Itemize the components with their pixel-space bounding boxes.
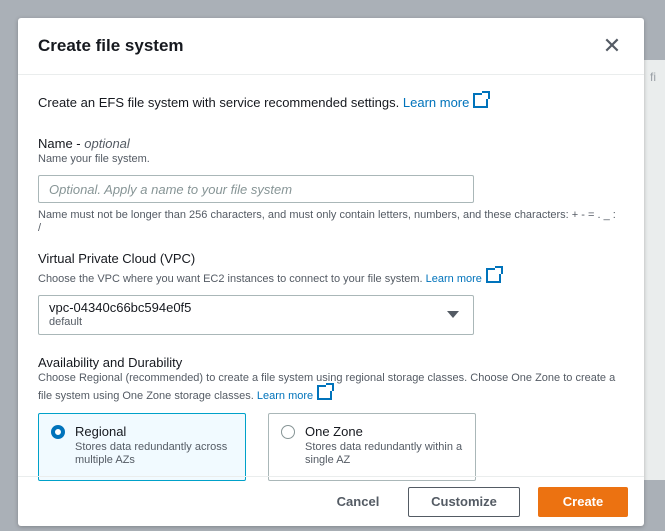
vpc-label: Virtual Private Cloud (VPC)	[38, 251, 196, 266]
external-link-icon	[317, 383, 335, 400]
availability-description: Choose Regional (recommended) to create …	[38, 372, 616, 402]
availability-options: Regional Stores data redundantly across …	[38, 413, 624, 481]
customize-button[interactable]: Customize	[408, 486, 520, 517]
modal-body: Create an EFS file system with service r…	[18, 75, 644, 481]
vpc-field: Virtual Private Cloud (VPC) Choose the V…	[38, 251, 624, 335]
name-description: Name your file system.	[38, 153, 150, 165]
name-constraint: Name must not be longer than 256 charact…	[38, 209, 616, 234]
availability-learn-more-link[interactable]: Learn more	[257, 383, 335, 402]
availability-field: Availability and Durability Choose Regio…	[38, 355, 624, 481]
modal-title: Create file system	[38, 36, 184, 55]
option-title: Regional	[75, 424, 127, 439]
option-title: One Zone	[305, 424, 363, 439]
cancel-button[interactable]: Cancel	[320, 487, 396, 517]
regional-option[interactable]: Regional Stores data redundantly across …	[38, 413, 246, 481]
name-field: Name - optional Name your file system. N…	[38, 136, 624, 235]
learn-more-link[interactable]: Learn more	[403, 91, 491, 110]
vpc-description: Choose the VPC where you want EC2 instan…	[38, 266, 624, 285]
radio-unselected-icon[interactable]	[281, 425, 295, 439]
name-label: Name - optional	[38, 136, 130, 151]
close-icon[interactable]: ✕	[600, 33, 624, 58]
external-link-icon	[485, 266, 503, 283]
one-zone-option[interactable]: One Zone Stores data redundantly within …	[268, 413, 476, 481]
external-link-icon	[473, 91, 491, 108]
background-text: fi	[650, 70, 656, 84]
availability-label: Availability and Durability	[38, 355, 183, 370]
vpc-selected-value: vpc-04340c66bc594e0f5	[49, 300, 192, 315]
intro-text: Create an EFS file system with service r…	[38, 91, 624, 110]
modal-header: Create file system ✕	[18, 18, 644, 75]
vpc-learn-more-link[interactable]: Learn more	[426, 266, 503, 285]
vpc-select[interactable]: vpc-04340c66bc594e0f5 default	[38, 295, 474, 335]
caret-down-icon	[447, 311, 459, 318]
option-description: Stores data redundantly across multiple …	[75, 441, 228, 466]
modal-footer: Cancel Customize Create	[18, 476, 644, 526]
create-file-system-modal: Create file system ✕ Create an EFS file …	[18, 18, 644, 526]
radio-selected-icon[interactable]	[51, 425, 65, 439]
name-input[interactable]	[38, 175, 474, 203]
option-description: Stores data redundantly within a single …	[305, 441, 463, 466]
vpc-selected-sub: default	[49, 316, 83, 328]
create-button[interactable]: Create	[538, 486, 628, 517]
